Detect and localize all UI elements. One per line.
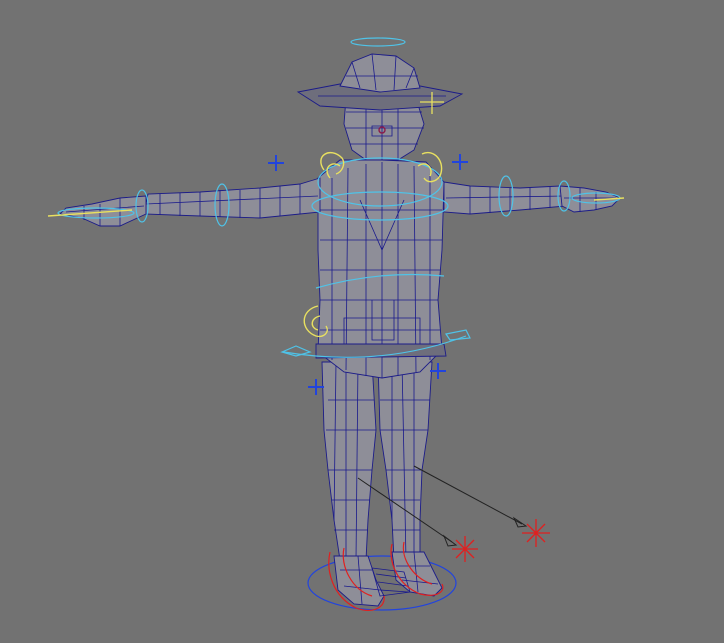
left-arm-pole-locator[interactable]	[268, 155, 284, 171]
viewport-3d[interactable]	[0, 0, 724, 643]
left-arm-mesh[interactable]	[143, 177, 321, 219]
left-leg-mesh[interactable]	[321, 361, 377, 561]
left-foot-mesh[interactable]	[333, 555, 385, 607]
right-knee-locator[interactable]	[522, 519, 550, 547]
right-arm-mesh[interactable]	[443, 181, 567, 215]
right-leg-pole-locator[interactable]	[430, 363, 446, 379]
right-arm-pole-locator[interactable]	[452, 154, 468, 170]
right-foot-mesh[interactable]	[391, 551, 443, 597]
right-leg-mesh[interactable]	[377, 361, 433, 561]
left-hand-mesh[interactable]	[59, 195, 147, 227]
knee-pole-vectors[interactable]	[357, 465, 528, 547]
head-top-control[interactable]	[350, 37, 406, 47]
left-leg-pole-locator[interactable]	[308, 379, 324, 395]
left-knee-locator[interactable]	[452, 536, 478, 562]
scene-canvas[interactable]	[0, 0, 724, 643]
